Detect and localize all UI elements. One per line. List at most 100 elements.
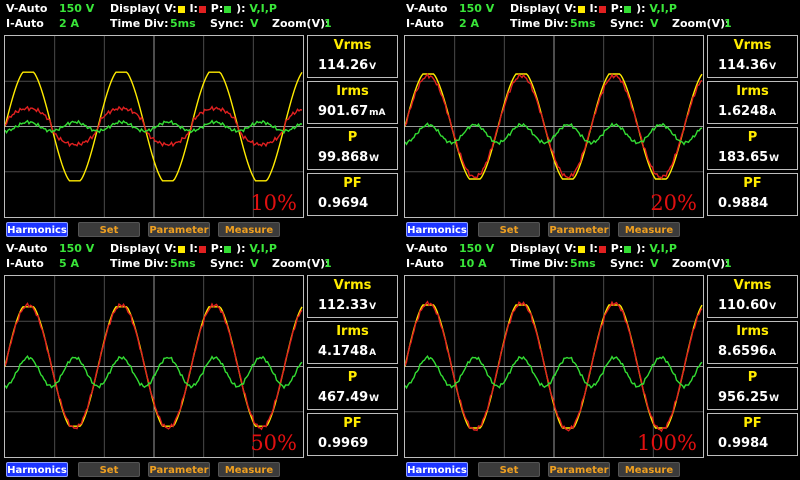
v-range-label: V-Auto (406, 2, 448, 15)
pf-cell: PF 0.9884 (707, 173, 798, 216)
vrms-label: Vrms (733, 38, 772, 53)
waveform-svg (405, 276, 703, 457)
v-range-label: V-Auto (6, 2, 48, 15)
status-header: V-Auto 150 V Display( V: I: P: ): V,I,P … (0, 0, 400, 34)
time-div-label: Time Div: (510, 17, 569, 30)
time-div-value: 5ms (570, 17, 596, 30)
load-percent-label: 10% (250, 191, 297, 215)
harmonics-button[interactable]: Harmonics (6, 222, 68, 237)
display-label: Display( V: I: P: ): V,I,P (110, 2, 277, 15)
sync-label: Sync: (210, 257, 244, 270)
measure-button[interactable]: Measure (618, 222, 680, 237)
softkey-bar: Harmonics Set Parameter Measure (0, 462, 400, 478)
time-div-value: 5ms (570, 257, 596, 270)
vrms-cell: Vrms 110.60V (707, 275, 798, 318)
power-value: 99.868W (318, 150, 380, 165)
current-color-icon (198, 245, 206, 253)
irms-cell: Irms 4.1748A (307, 321, 398, 364)
v-range-value: 150 V (59, 242, 95, 255)
i-range-value: 10 A (459, 257, 487, 270)
v-range-label: V-Auto (406, 242, 448, 255)
voltage-color-icon (177, 245, 185, 253)
parameter-button[interactable]: Parameter (148, 222, 210, 237)
irms-value: 901.67mA (318, 104, 386, 119)
waveform-display[interactable]: 50% (4, 275, 304, 458)
sync-label: Sync: (610, 257, 644, 270)
sync-label: Sync: (210, 17, 244, 30)
harmonics-button[interactable]: Harmonics (406, 462, 468, 477)
measure-button[interactable]: Measure (218, 222, 280, 237)
zoom-value: 1 (324, 17, 332, 30)
i-range-value: 5 A (59, 257, 79, 270)
power-cell: P 467.49W (307, 367, 398, 410)
pf-value: 0.9884 (718, 196, 769, 211)
power-label: P (347, 130, 358, 145)
irms-cell: Irms 1.6248A (707, 81, 798, 124)
measurement-panel: Vrms 112.33V Irms 4.1748A P 467.49W PF 0… (307, 275, 398, 457)
analyzer-panel: V-Auto 150 V Display( V: I: P: ): V,I,P … (400, 240, 800, 480)
power-value: 956.25W (718, 390, 780, 405)
measurement-panel: Vrms 110.60V Irms 8.6596A P 956.25W PF 0… (707, 275, 798, 457)
pf-label: PF (343, 176, 362, 191)
time-div-value: 5ms (170, 17, 196, 30)
current-color-icon (198, 5, 206, 13)
analyzer-panel: V-Auto 150 V Display( V: I: P: ): V,I,P … (0, 240, 400, 480)
zoom-label: Zoom(V): (272, 257, 330, 270)
sync-value: V (250, 17, 259, 30)
power-label: P (347, 370, 358, 385)
time-div-label: Time Div: (110, 257, 169, 270)
load-percent-label: 20% (650, 191, 697, 215)
parameter-button[interactable]: Parameter (548, 222, 610, 237)
status-header: V-Auto 150 V Display( V: I: P: ): V,I,P … (400, 0, 800, 34)
display-label: Display( V: I: P: ): V,I,P (510, 2, 677, 15)
display-selection: V,I,P (249, 242, 277, 255)
v-range-label: V-Auto (6, 242, 48, 255)
waveform-svg (405, 36, 703, 217)
parameter-button[interactable]: Parameter (148, 462, 210, 477)
waveform-display[interactable]: 10% (4, 35, 304, 218)
display-selection: V,I,P (649, 2, 677, 15)
current-color-icon (598, 245, 606, 253)
status-header: V-Auto 150 V Display( V: I: P: ): V,I,P … (400, 240, 800, 274)
power-color-icon (624, 5, 632, 13)
harmonics-button[interactable]: Harmonics (6, 462, 68, 477)
set-button[interactable]: Set (478, 462, 540, 477)
vrms-cell: Vrms 114.36V (707, 35, 798, 78)
irms-label: Irms (336, 84, 369, 99)
i-range-label: I-Auto (6, 17, 44, 30)
set-button[interactable]: Set (78, 462, 140, 477)
zoom-label: Zoom(V): (672, 257, 730, 270)
waveform-display[interactable]: 100% (404, 275, 704, 458)
vrms-label: Vrms (333, 278, 372, 293)
pf-value: 0.9984 (718, 436, 769, 451)
vrms-value: 112.33V (318, 298, 377, 313)
zoom-label: Zoom(V): (272, 17, 330, 30)
vrms-label: Vrms (733, 278, 772, 293)
display-label: Display( V: I: P: ): V,I,P (110, 242, 277, 255)
display-selection: V,I,P (649, 242, 677, 255)
load-percent-label: 50% (250, 431, 297, 455)
power-value: 183.65W (718, 150, 780, 165)
power-color-icon (624, 245, 632, 253)
measure-button[interactable]: Measure (618, 462, 680, 477)
irms-value: 8.6596A (718, 344, 777, 359)
set-button[interactable]: Set (478, 222, 540, 237)
set-button[interactable]: Set (78, 222, 140, 237)
measurement-panel: Vrms 114.26V Irms 901.67mA P 99.868W PF … (307, 35, 398, 217)
voltage-color-icon (577, 245, 585, 253)
softkey-bar: Harmonics Set Parameter Measure (400, 222, 800, 238)
i-range-value: 2 A (59, 17, 79, 30)
measure-button[interactable]: Measure (218, 462, 280, 477)
zoom-value: 1 (724, 17, 732, 30)
vrms-cell: Vrms 112.33V (307, 275, 398, 318)
i-range-value: 2 A (459, 17, 479, 30)
waveform-display[interactable]: 20% (404, 35, 704, 218)
vrms-label: Vrms (333, 38, 372, 53)
pf-label: PF (743, 416, 762, 431)
pf-value: 0.9969 (318, 436, 369, 451)
sync-value: V (250, 257, 259, 270)
power-value: 467.49W (318, 390, 380, 405)
parameter-button[interactable]: Parameter (548, 462, 610, 477)
irms-value: 4.1748A (318, 344, 377, 359)
harmonics-button[interactable]: Harmonics (406, 222, 468, 237)
